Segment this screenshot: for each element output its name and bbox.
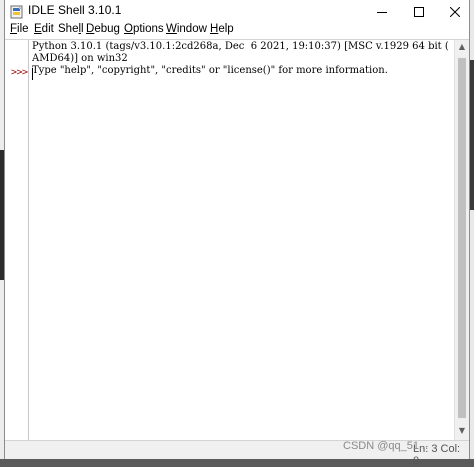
watermark: CSDN @qq_51... <box>343 440 429 452</box>
banner-line-2: AMD64)] on win32 <box>32 53 128 64</box>
shell-prompt: >>> <box>11 67 28 78</box>
scroll-down-arrow-icon[interactable]: ▼ <box>457 426 467 436</box>
prompt-gutter: >>> <box>7 40 29 440</box>
close-button[interactable] <box>436 0 474 22</box>
vertical-scrollbar[interactable]: ▲ ▼ <box>454 40 469 440</box>
menu-options[interactable]: Options <box>124 23 164 35</box>
banner-line-3: Type "help", "copyright", "credits" or "… <box>32 65 388 76</box>
idle-shell-window: IDLE Shell 3.10.1 File Edit Shell Debug … <box>4 0 470 467</box>
desktop-right-edge <box>470 0 474 459</box>
scrollbar-thumb[interactable] <box>458 58 466 418</box>
minimize-button[interactable] <box>363 0 401 22</box>
shell-editor[interactable]: >>> Python 3.10.1 (tags/v3.10.1:2cd268a,… <box>5 39 469 441</box>
maximize-icon <box>414 2 424 21</box>
menu-bar: File Edit Shell Debug Options Window Hel… <box>5 22 469 39</box>
text-cursor <box>32 68 33 80</box>
menu-shell[interactable]: Shell <box>58 23 84 35</box>
menu-window[interactable]: Window <box>166 23 207 35</box>
banner-line-1: Python 3.10.1 (tags/v3.10.1:2cd268a, Dec… <box>32 41 449 52</box>
title-bar[interactable]: IDLE Shell 3.10.1 <box>5 0 469 22</box>
menu-help[interactable]: Help <box>210 23 234 35</box>
close-icon <box>449 2 461 21</box>
menu-edit[interactable]: Edit <box>34 23 54 35</box>
scroll-up-arrow-icon[interactable]: ▲ <box>457 42 467 52</box>
maximize-button[interactable] <box>400 0 438 22</box>
minimize-icon <box>377 2 387 21</box>
menu-file[interactable]: File <box>10 23 29 35</box>
shell-text-area[interactable]: Python 3.10.1 (tags/v3.10.1:2cd268a, Dec… <box>32 40 450 440</box>
window-title: IDLE Shell 3.10.1 <box>28 3 122 17</box>
idle-python-icon <box>10 4 24 19</box>
menu-debug[interactable]: Debug <box>86 23 120 35</box>
